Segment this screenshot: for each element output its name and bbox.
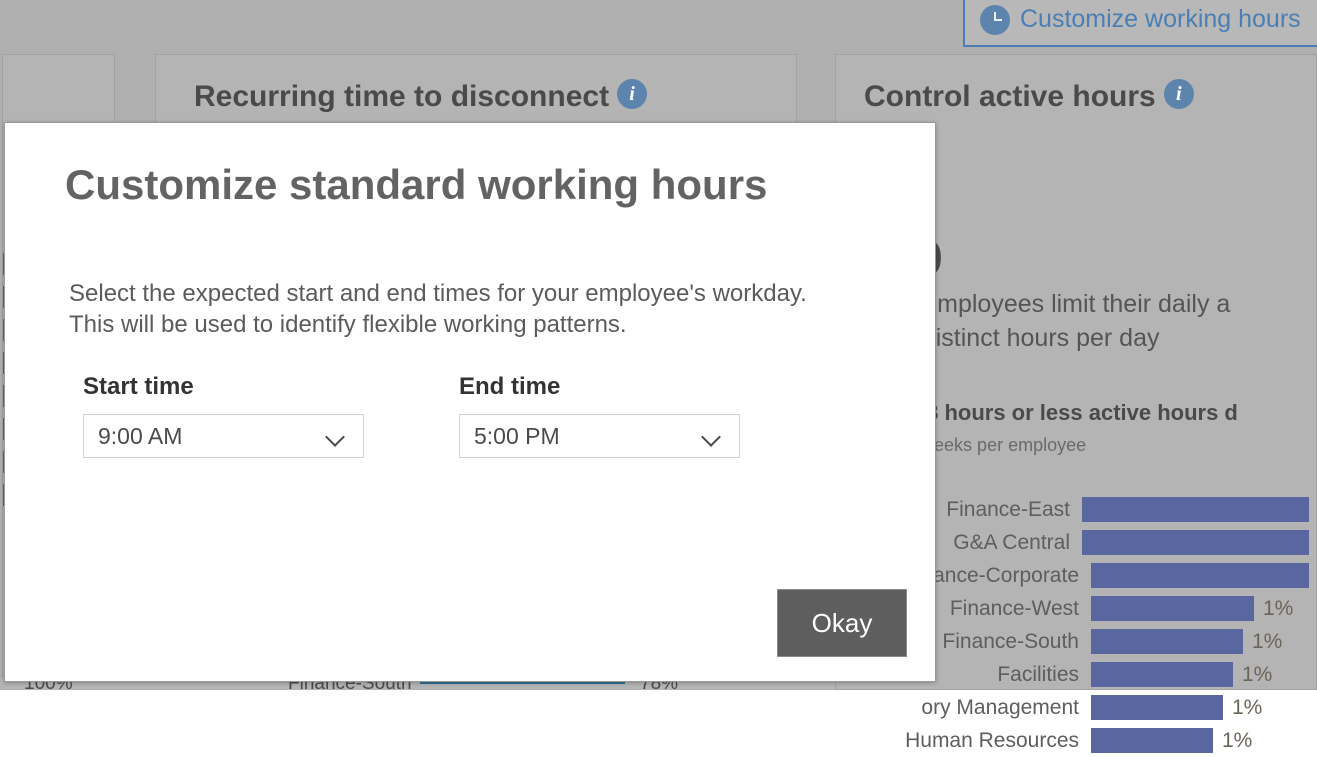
bar-fill[interactable]: [1091, 629, 1243, 654]
bar-track: 1%: [1091, 691, 1317, 724]
bar-value-label: 1%: [1242, 663, 1272, 687]
tab-customize-working-hours[interactable]: Customize working hours: [963, 0, 1317, 47]
end-time-label: End time: [459, 373, 740, 401]
card-title-text: Recurring time to disconnect: [194, 80, 609, 113]
tab-strip: Customize working hours: [0, 0, 1317, 50]
start-time-value: 9:00 AM: [98, 423, 327, 450]
dialog-title: Customize standard working hours: [65, 161, 767, 209]
bar-track: [1082, 526, 1317, 559]
card-title-control-active-hours: Control active hours i: [864, 79, 1194, 114]
bar-value-label: 1%: [1232, 696, 1262, 720]
bar-track: [1091, 559, 1317, 592]
end-time-field-group: End time 5:00 PM: [459, 373, 740, 458]
customize-standard-working-hours-dialog: Customize standard working hours Select …: [4, 122, 936, 682]
start-time-select[interactable]: 9:00 AM: [83, 414, 364, 458]
okay-button[interactable]: Okay: [777, 589, 907, 657]
start-time-label: Start time: [83, 373, 364, 401]
bar-value-label: 1%: [1263, 597, 1293, 621]
bar-fill[interactable]: [1091, 596, 1254, 621]
end-time-value: 5:00 PM: [474, 423, 703, 450]
bar-fill[interactable]: [1091, 695, 1223, 720]
bar-chart-row: ory Management 1%: [846, 691, 1317, 724]
clock-icon: [980, 5, 1010, 35]
chevron-down-icon: [703, 427, 721, 445]
bar-track: 1%: [1091, 724, 1317, 757]
bar-value-label: 1%: [1252, 630, 1282, 654]
bar-category-label: ory Management: [846, 696, 1091, 720]
dialog-description: Select the expected start and end times …: [69, 278, 807, 340]
chevron-down-icon: [327, 427, 345, 445]
dialog-description-line1: Select the expected start and end times …: [69, 278, 807, 309]
bar-track: 1%: [1091, 592, 1317, 625]
bar-value-label: 1%: [1222, 729, 1252, 753]
bar-track: 1%: [1091, 658, 1317, 691]
info-icon[interactable]: i: [1164, 79, 1194, 109]
dialog-description-line2: This will be used to identify flexible w…: [69, 309, 807, 340]
start-time-field-group: Start time 9:00 AM: [83, 373, 364, 458]
bar-chart-row: Human Resources 1%: [846, 724, 1317, 757]
card-title-recurring: Recurring time to disconnect i: [194, 79, 647, 114]
end-time-select[interactable]: 5:00 PM: [459, 414, 740, 458]
bar-fill[interactable]: [1091, 563, 1309, 588]
info-icon[interactable]: i: [617, 79, 647, 109]
bar-fill[interactable]: [1082, 497, 1309, 522]
card-title-text: Control active hours: [864, 80, 1156, 113]
tab-label: Customize working hours: [1020, 5, 1301, 34]
bar-fill[interactable]: [1082, 530, 1309, 555]
bar-track: [1082, 493, 1317, 526]
bar-fill[interactable]: [1091, 662, 1233, 687]
bar-track: 1%: [1091, 625, 1317, 658]
bar-category-label: Human Resources: [846, 729, 1091, 753]
bar-fill[interactable]: [1091, 728, 1213, 753]
